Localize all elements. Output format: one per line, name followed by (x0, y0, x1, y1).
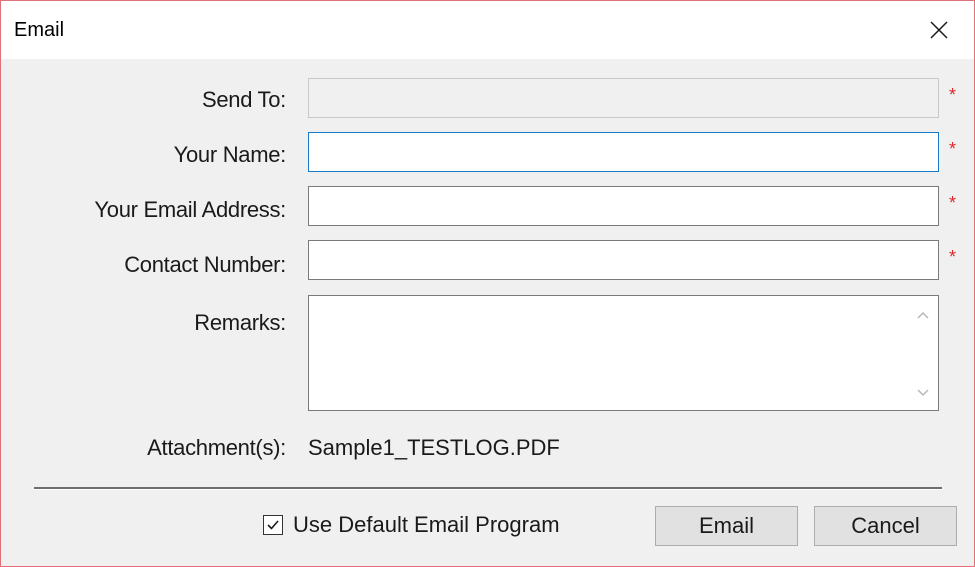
required-marker: * (949, 85, 957, 105)
scroll-up-button[interactable] (908, 302, 938, 328)
remarks-textarea[interactable] (309, 296, 909, 410)
email-dialog: Email Send To: * Your Name: * Your Email… (0, 0, 975, 567)
your-email-label: Your Email Address: (94, 197, 286, 222)
close-icon (930, 21, 948, 39)
close-button[interactable] (904, 1, 974, 59)
contact-number-label: Contact Number: (124, 252, 286, 277)
send-to-label: Send To: (201, 87, 286, 112)
required-marker: * (949, 193, 957, 213)
required-marker: * (949, 247, 957, 267)
title-bar: Email (1, 1, 974, 59)
contact-number-field[interactable] (308, 240, 939, 280)
remarks-scrollbar[interactable] (908, 296, 938, 410)
chevron-down-icon (917, 389, 929, 397)
email-button[interactable]: Email (655, 506, 798, 546)
attachment-filename: Sample1_TESTLOG.PDF (308, 435, 560, 460)
your-name-field[interactable] (308, 132, 939, 172)
checkbox-label: Use Default Email Program (293, 512, 560, 537)
cancel-button[interactable]: Cancel (814, 506, 957, 546)
scroll-down-button[interactable] (908, 380, 938, 406)
remarks-box (308, 295, 939, 411)
window-title: Email (14, 19, 65, 41)
checkbox-box[interactable] (263, 515, 283, 535)
use-default-email-checkbox[interactable]: Use Default Email Program (263, 511, 560, 539)
divider (34, 487, 942, 490)
required-marker: * (949, 139, 957, 159)
send-to-field[interactable] (308, 78, 939, 118)
chevron-up-icon (917, 311, 929, 319)
your-email-field[interactable] (308, 186, 939, 226)
remarks-label: Remarks: (194, 310, 286, 335)
checkmark-icon (267, 520, 279, 530)
attachments-label: Attachment(s): (147, 435, 286, 460)
your-name-label: Your Name: (173, 142, 287, 167)
